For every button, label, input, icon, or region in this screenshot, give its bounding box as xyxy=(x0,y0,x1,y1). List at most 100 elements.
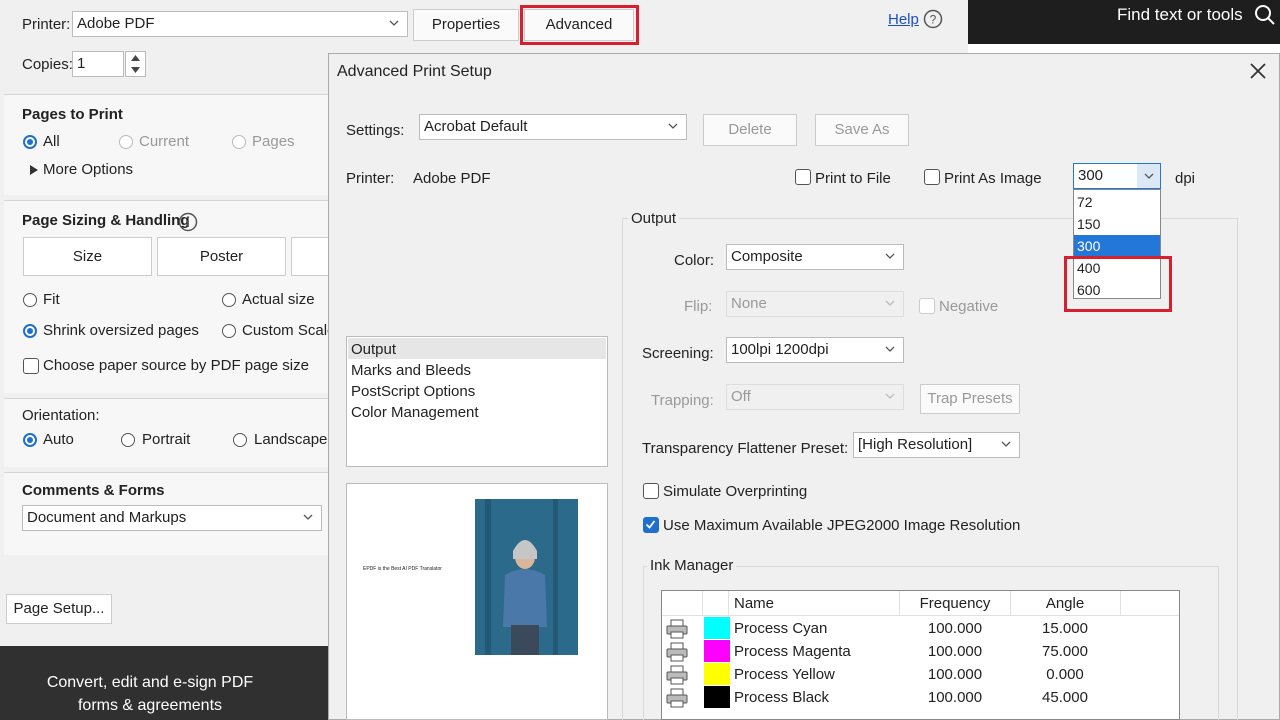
poster-button[interactable]: Poster xyxy=(157,237,286,276)
list-item[interactable]: Color Management xyxy=(351,404,479,421)
screening-select[interactable]: 100lpi 1200dpi xyxy=(726,337,904,363)
advanced-dialog-title: Advanced Print Setup xyxy=(337,63,492,80)
chevron-down-icon xyxy=(668,123,678,129)
copies-input[interactable]: 1 xyxy=(72,51,124,77)
fit-radio[interactable] xyxy=(23,293,37,307)
ink-table: Name Frequency Angle Process Cyan 100.00… xyxy=(661,590,1180,720)
chevron-down-icon xyxy=(885,346,895,352)
search-icon[interactable] xyxy=(1254,4,1276,26)
print-as-image-checkbox[interactable] xyxy=(924,169,940,185)
ink-frequency: 100.000 xyxy=(927,666,983,683)
landscape-label: Landscape xyxy=(254,431,328,448)
flip-value: None xyxy=(731,295,767,312)
dpi-option-selected[interactable]: 300 xyxy=(1074,235,1160,257)
color-value: Composite xyxy=(731,248,803,265)
shrink-label: Shrink oversized pages xyxy=(43,322,199,339)
current-radio[interactable] xyxy=(119,135,133,149)
col-angle-header: Angle xyxy=(1045,595,1085,612)
print-to-file-checkbox[interactable] xyxy=(795,169,811,185)
info-icon[interactable] xyxy=(178,212,198,232)
promo-text: Convert, edit and e-sign PDF forms & agr… xyxy=(0,671,300,717)
trap-presets-button[interactable]: Trap Presets xyxy=(920,384,1020,414)
ink-manager-title: Ink Manager xyxy=(647,557,737,574)
flip-select[interactable]: None xyxy=(726,291,904,317)
settings-value: Acrobat Default xyxy=(424,118,528,135)
find-text-tools[interactable]: Find text or tools xyxy=(1117,5,1243,25)
col-divider xyxy=(702,591,703,615)
custom-scale-radio[interactable] xyxy=(222,324,236,338)
triangle-right-icon[interactable] xyxy=(30,165,38,175)
preview-photo xyxy=(475,499,578,655)
paper-source-checkbox[interactable] xyxy=(23,358,39,374)
pages-to-print-title: Pages to Print xyxy=(22,106,123,123)
printer-icon xyxy=(666,642,688,662)
chevron-down-icon xyxy=(885,300,895,306)
dpi-option[interactable]: 72 xyxy=(1074,191,1160,213)
help-icon[interactable]: ? xyxy=(923,9,943,29)
actual-size-radio[interactable] xyxy=(222,293,236,307)
all-radio[interactable] xyxy=(23,135,37,149)
chevron-down-icon xyxy=(885,253,895,259)
chevron-down-icon xyxy=(1144,173,1154,179)
checkmark-icon xyxy=(645,520,656,529)
negative-label: Negative xyxy=(939,298,999,315)
list-item[interactable]: Marks and Bleeds xyxy=(351,362,471,379)
all-label: All xyxy=(43,133,60,150)
save-as-button[interactable]: Save As xyxy=(815,114,909,146)
color-label: Color: xyxy=(674,252,715,269)
chevron-up-icon[interactable] xyxy=(131,55,140,61)
portrait-radio[interactable] xyxy=(121,433,135,447)
flip-label: Flip: xyxy=(684,298,713,315)
properties-button[interactable]: Properties xyxy=(413,9,519,41)
flattener-label: Transparency Flattener Preset: xyxy=(642,440,849,457)
color-select[interactable]: Composite xyxy=(726,244,904,270)
help-link[interactable]: Help xyxy=(888,11,919,28)
ink-frequency: 100.000 xyxy=(927,643,983,660)
pages-label: Pages xyxy=(252,133,295,150)
dpi-highlight xyxy=(1064,256,1172,312)
page-setup-button[interactable]: Page Setup... xyxy=(6,594,112,624)
trapping-value: Off xyxy=(731,388,751,405)
ink-angle: 45.000 xyxy=(1042,689,1088,706)
comments-forms-select[interactable]: Document and Markups xyxy=(22,505,322,531)
page-sizing-title: Page Sizing & Handling xyxy=(22,212,190,229)
comments-forms-value: Document and Markups xyxy=(27,509,187,526)
ink-angle: 0.000 xyxy=(1046,666,1084,683)
list-item[interactable]: PostScript Options xyxy=(351,383,475,400)
adv-printer-label: Printer: xyxy=(346,170,395,187)
settings-select[interactable]: Acrobat Default xyxy=(419,114,687,140)
promo-line-2: forms & agreements xyxy=(77,697,223,714)
ink-color-swatch xyxy=(704,663,730,685)
dpi-option[interactable]: 150 xyxy=(1074,213,1160,235)
shrink-radio[interactable] xyxy=(23,324,37,338)
multiple-button[interactable] xyxy=(291,237,328,276)
dpi-dropdown-button[interactable] xyxy=(1137,164,1160,188)
current-label: Current xyxy=(139,133,190,150)
auto-radio[interactable] xyxy=(23,433,37,447)
simulate-overprinting-checkbox[interactable] xyxy=(643,483,659,499)
list-item[interactable]: Output xyxy=(351,341,396,358)
close-icon[interactable] xyxy=(1247,60,1269,82)
more-options-toggle[interactable]: More Options xyxy=(43,161,133,178)
trapping-select[interactable]: Off xyxy=(726,384,904,410)
size-button[interactable]: Size xyxy=(23,237,152,276)
flattener-select[interactable]: [High Resolution] xyxy=(853,432,1020,458)
settings-label: Settings: xyxy=(346,122,405,139)
dpi-value: 300 xyxy=(1078,167,1104,184)
custom-scale-label: Custom Scale xyxy=(242,322,328,339)
dpi-unit: dpi xyxy=(1175,170,1196,187)
ink-frequency: 100.000 xyxy=(927,689,983,706)
chevron-down-icon xyxy=(303,514,313,520)
jpeg2000-checkbox[interactable] xyxy=(643,517,659,533)
landscape-radio[interactable] xyxy=(233,433,247,447)
copies-stepper[interactable] xyxy=(125,51,146,77)
chevron-down-icon[interactable] xyxy=(131,67,140,73)
delete-button[interactable]: Delete xyxy=(703,114,797,146)
printer-select[interactable]: Adobe PDF xyxy=(72,11,408,37)
ink-name: Process Cyan xyxy=(734,620,828,637)
chevron-down-icon xyxy=(389,20,399,26)
preview-text: EPDF is the Best AI PDF Translator xyxy=(363,566,442,572)
screening-label: Screening: xyxy=(642,345,714,362)
negative-checkbox[interactable] xyxy=(919,298,935,314)
pages-radio[interactable] xyxy=(232,135,246,149)
